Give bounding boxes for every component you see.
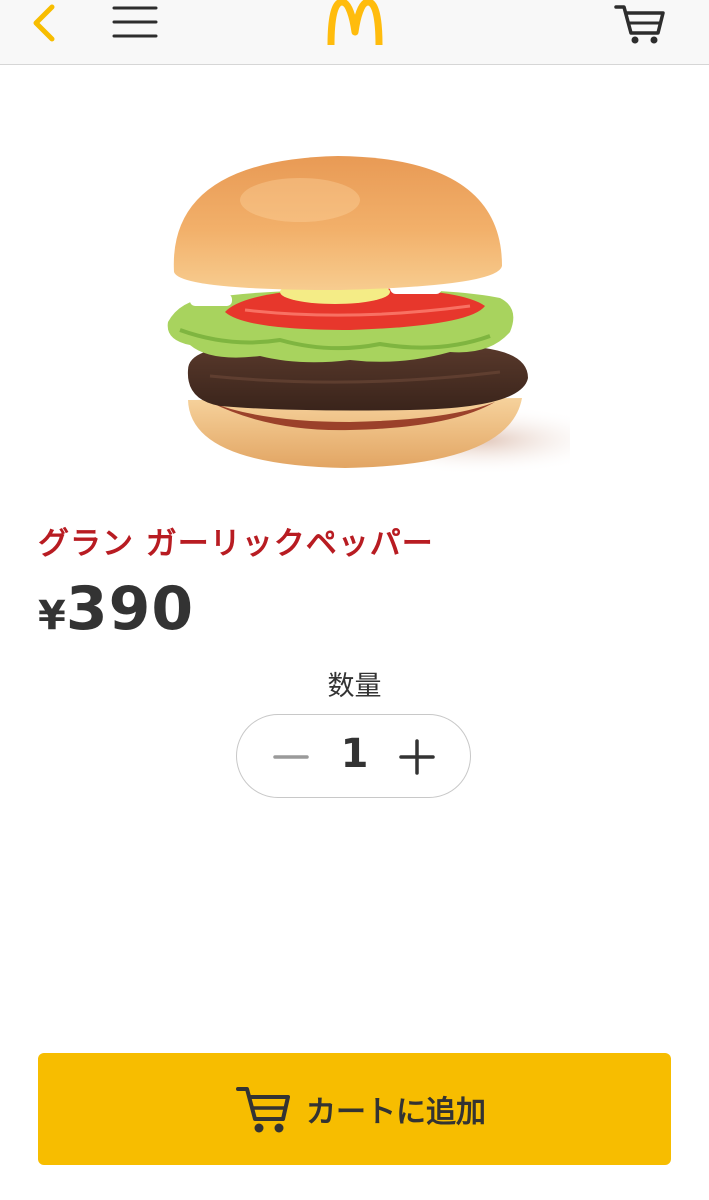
price-amount: 390 xyxy=(65,574,195,644)
shopping-cart-icon xyxy=(614,5,665,44)
quantity-label: 数量 xyxy=(327,671,382,702)
golden-arches-logo xyxy=(326,0,384,48)
add-to-cart-button[interactable]: カートに追加 xyxy=(38,1053,671,1165)
menu-button[interactable] xyxy=(104,0,164,48)
minus-icon xyxy=(273,755,309,759)
quantity-stepper: 1 xyxy=(236,714,471,798)
header-cart-button[interactable] xyxy=(608,0,668,52)
top-navigation-bar xyxy=(0,0,709,65)
add-to-cart-label: カートに追加 xyxy=(306,1095,486,1130)
quantity-value: 1 xyxy=(340,731,369,777)
price-currency: ¥ xyxy=(38,593,66,639)
product-name: グラン ガーリックペッパー xyxy=(38,526,434,562)
increase-quantity-button[interactable] xyxy=(395,735,439,779)
back-button[interactable] xyxy=(22,0,70,48)
hamburger-menu-icon xyxy=(112,6,158,38)
chevron-left-icon xyxy=(33,4,55,42)
decrease-quantity-button[interactable] xyxy=(271,737,311,777)
shopping-cart-icon xyxy=(234,1081,292,1139)
product-price: ¥ 390 xyxy=(38,574,194,644)
plus-icon xyxy=(399,739,435,775)
burger-photo xyxy=(150,140,620,490)
